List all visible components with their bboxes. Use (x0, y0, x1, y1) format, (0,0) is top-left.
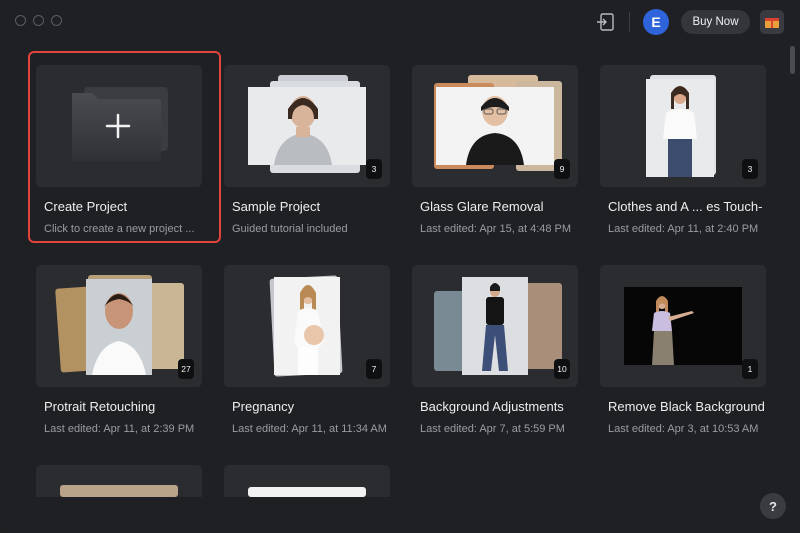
image-count-badge: 3 (742, 159, 758, 179)
project-thumbnail[interactable]: 9 (412, 65, 578, 187)
stacked-photo (248, 487, 366, 497)
stacked-photo (60, 485, 178, 497)
project-thumbnail[interactable]: 27 (36, 265, 202, 387)
close-window-button[interactable] (15, 15, 26, 26)
import-icon[interactable] (595, 12, 615, 32)
portrait-photo (274, 277, 340, 375)
image-count-badge: 27 (178, 359, 194, 379)
gift-icon[interactable] (760, 10, 784, 34)
title-bar: E Buy Now (0, 0, 800, 44)
project-title: Sample Project (232, 199, 321, 214)
zoom-window-button[interactable] (51, 15, 62, 26)
project-thumbnail[interactable]: 1 (600, 265, 766, 387)
portrait-photo (436, 87, 554, 165)
project-subtitle: Guided tutorial included (232, 223, 348, 235)
project-title: Protrait Retouching (44, 399, 156, 414)
project-title: Remove Black Background (608, 399, 765, 414)
image-count-badge: 3 (366, 159, 382, 179)
project-thumbnail[interactable]: 10 (412, 265, 578, 387)
project-subtitle: Last edited: Apr 3, at 10:53 AM (608, 423, 759, 435)
project-thumbnail[interactable] (36, 465, 202, 497)
portrait-photo (646, 79, 714, 177)
buy-now-button[interactable]: Buy Now (681, 10, 750, 34)
selection-highlight (28, 51, 221, 243)
image-count-badge: 10 (554, 359, 570, 379)
image-count-badge: 9 (554, 159, 570, 179)
scrollbar-thumb[interactable] (790, 46, 795, 74)
project-subtitle: Last edited: Apr 7, at 5:59 PM (420, 423, 565, 435)
portrait-photo (248, 87, 366, 165)
project-title: Pregnancy (232, 399, 295, 414)
project-thumbnail[interactable]: 3 (600, 65, 766, 187)
app-window: E Buy Now Create Project Click to create… (0, 0, 800, 533)
toolbar-divider (629, 12, 630, 32)
project-subtitle: Last edited: Apr 15, at 4:48 PM (420, 223, 572, 235)
project-subtitle: Last edited: Apr 11, at 11:34 AM (232, 423, 387, 435)
help-button[interactable]: ? (760, 493, 786, 519)
user-avatar[interactable]: E (643, 9, 669, 35)
portrait-photo (86, 279, 152, 375)
portrait-photo (624, 287, 742, 365)
project-thumbnail[interactable]: 7 (224, 265, 390, 387)
project-subtitle: Last edited: Apr 11, at 2:40 PM (608, 223, 759, 235)
project-title: Background Adjustments (420, 399, 564, 414)
project-thumbnail[interactable] (224, 465, 390, 497)
project-thumbnail[interactable]: 3 (224, 65, 390, 187)
image-count-badge: 1 (742, 359, 758, 379)
scrollbar[interactable] (790, 46, 795, 486)
project-title: Clothes and A ... es Touch- (608, 199, 763, 214)
minimize-window-button[interactable] (33, 15, 44, 26)
project-subtitle: Last edited: Apr 11, at 2:39 PM (44, 423, 195, 435)
image-count-badge: 7 (366, 359, 382, 379)
project-title: Glass Glare Removal (420, 199, 544, 214)
stacked-photo (522, 283, 562, 369)
portrait-photo (462, 277, 528, 375)
